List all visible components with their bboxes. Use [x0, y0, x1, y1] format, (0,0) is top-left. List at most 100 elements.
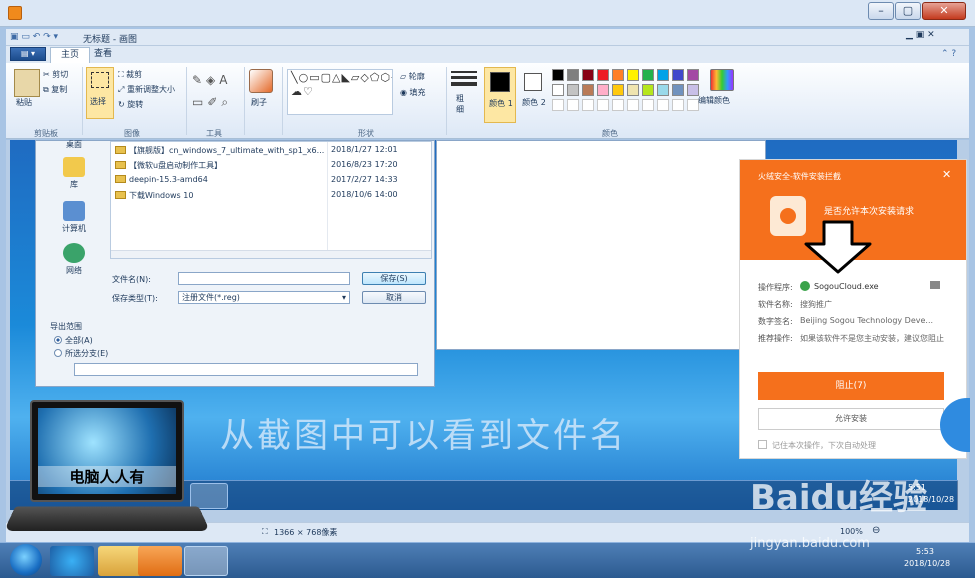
filename-input[interactable]: [178, 272, 350, 285]
brushes-label[interactable]: 刷子: [251, 97, 267, 108]
start-button[interactable]: [10, 544, 42, 576]
empty-color-slot[interactable]: [657, 99, 669, 111]
list-item[interactable]: 下载Windows 10: [115, 190, 193, 205]
color-palette[interactable]: [552, 69, 702, 117]
size-icon[interactable]: [451, 71, 477, 91]
color-swatch[interactable]: [612, 69, 624, 81]
folder-icon: [115, 146, 126, 154]
file-menu-button[interactable]: ▤ ▾: [10, 47, 46, 61]
tools-icons-row2[interactable]: ▭✐⌕: [192, 95, 232, 110]
empty-color-slot[interactable]: [642, 99, 654, 111]
brush-icon[interactable]: [249, 69, 273, 93]
quick-access-toolbar[interactable]: ▣ ▭ ↶ ↷ ▾: [10, 32, 58, 42]
maximize-button[interactable]: ▢: [895, 2, 921, 20]
nav-library[interactable]: 库: [44, 157, 104, 190]
block-button[interactable]: 阻止(7): [758, 372, 944, 400]
fill-button[interactable]: ◉ 填充: [400, 87, 426, 98]
color-swatch[interactable]: [627, 84, 639, 96]
color-swatch[interactable]: [672, 69, 684, 81]
color-swatch[interactable]: [567, 69, 579, 81]
shapes-gallery[interactable]: ╲○▭▢△◣▱◇⬠⬡→⇐⇑⇓✦✧☆◯◔☁♡: [287, 69, 393, 115]
nav-desktop[interactable]: 桌面: [44, 139, 104, 150]
select-button[interactable]: 选择: [86, 67, 114, 119]
color-swatch[interactable]: [627, 69, 639, 81]
color-swatch[interactable]: [597, 69, 609, 81]
list-item[interactable]: 【微软u盘启动制作工具】: [115, 160, 222, 175]
color-swatch[interactable]: [642, 84, 654, 96]
color-swatch[interactable]: [657, 69, 669, 81]
color-swatch[interactable]: [672, 84, 684, 96]
color-swatch[interactable]: [582, 69, 594, 81]
color-swatch[interactable]: [552, 69, 564, 81]
folder-icon[interactable]: [930, 281, 940, 289]
remember-checkbox[interactable]: [758, 440, 767, 449]
empty-color-slot[interactable]: [567, 99, 579, 111]
nav-network[interactable]: 网络: [44, 243, 104, 276]
color-swatch[interactable]: [642, 69, 654, 81]
zoom-out-icon[interactable]: ⊖: [872, 525, 880, 536]
help-icon[interactable]: ⌃ ?: [941, 49, 956, 59]
color-swatch[interactable]: [582, 84, 594, 96]
allow-install-button[interactable]: 允许安装: [758, 408, 944, 430]
paint-taskbar-icon[interactable]: [184, 546, 228, 576]
color1-button[interactable]: 颜色 1: [484, 67, 516, 123]
paste-label[interactable]: 粘贴: [16, 97, 32, 108]
cut-button[interactable]: ✂ 剪切: [43, 69, 68, 80]
color-swatch[interactable]: [552, 84, 564, 96]
select-icon: [91, 72, 109, 88]
size-label[interactable]: 粗细: [456, 93, 466, 115]
color-swatch[interactable]: [687, 69, 699, 81]
edit-colors-icon[interactable]: [710, 69, 734, 91]
outline-button[interactable]: ▱ 轮廓: [400, 71, 425, 82]
paste-icon[interactable]: [14, 69, 40, 97]
color-swatch[interactable]: [567, 84, 579, 96]
close-button[interactable]: ✕: [922, 2, 966, 20]
tab-view[interactable]: 查看: [84, 47, 122, 63]
group-label-clipboard: 剪贴板: [34, 129, 58, 138]
export-branch-radio[interactable]: 所选分支(E): [54, 348, 108, 359]
export-branch-label: 所选分支(E): [65, 349, 109, 358]
horizontal-scrollbar[interactable]: [111, 250, 431, 258]
cancel-button[interactable]: 取消: [362, 291, 426, 304]
rotate-button[interactable]: ↻ 旋转: [118, 99, 143, 110]
file-name: 下载Windows 10: [129, 191, 194, 200]
file-list[interactable]: 【旗舰版】cn_windows_7_ultimate_with_sp1_x6..…: [110, 141, 432, 259]
empty-color-slot[interactable]: [552, 99, 564, 111]
list-item[interactable]: 【旗舰版】cn_windows_7_ultimate_with_sp1_x6..…: [115, 145, 324, 160]
laptop-logo: 电脑人人有: [3, 398, 211, 536]
separator: [446, 67, 447, 135]
recommend-label: 推荐操作:: [758, 334, 793, 343]
export-all-radio[interactable]: 全部(A): [54, 335, 93, 346]
close-icon[interactable]: ✕: [942, 168, 951, 181]
color-swatch[interactable]: [612, 84, 624, 96]
edit-colors-label[interactable]: 编辑颜色: [698, 95, 730, 106]
branch-input[interactable]: [74, 363, 418, 376]
paint-window-controls[interactable]: ▁ ▣ ✕: [906, 30, 935, 40]
color-swatch[interactable]: [657, 84, 669, 96]
group-label-shapes: 形状: [358, 129, 374, 138]
nav-computer[interactable]: 计算机: [44, 201, 104, 234]
empty-color-slot[interactable]: [672, 99, 684, 111]
minimize-button[interactable]: –: [868, 2, 894, 20]
filetype-label: 保存类型(T):: [112, 294, 158, 303]
media-player-icon[interactable]: [138, 546, 182, 576]
color-swatch[interactable]: [597, 84, 609, 96]
save-button[interactable]: 保存(S): [362, 272, 426, 285]
image-size-icon: ⛶: [262, 527, 268, 536]
copy-button[interactable]: ⧉ 复制: [43, 84, 67, 95]
crop-button[interactable]: ⛶ 裁剪: [118, 69, 142, 80]
ie-icon[interactable]: [50, 546, 94, 576]
list-item[interactable]: deepin-15.3-amd64: [115, 175, 208, 190]
empty-color-slot[interactable]: [582, 99, 594, 111]
color2-button[interactable]: 颜色 2: [518, 67, 550, 123]
resize-button[interactable]: ⤢ 重新调整大小: [118, 84, 175, 95]
empty-color-slot[interactable]: [597, 99, 609, 111]
empty-color-slot[interactable]: [627, 99, 639, 111]
tools-icons-row1[interactable]: ✎◈A: [192, 73, 232, 87]
file-date: 2016/8/23 17:20: [331, 160, 398, 169]
filetype-select[interactable]: 注册文件(*.reg) ▾: [178, 291, 350, 304]
ribbon: 粘贴 ✂ 剪切 ⧉ 复制 剪贴板 选择 ⛶ 裁剪 ⤢ 重新调整大小 ↻ 旋转 图…: [6, 63, 969, 139]
empty-color-slot[interactable]: [612, 99, 624, 111]
explorer-icon[interactable]: [98, 546, 142, 576]
color1-label: 颜色 1: [489, 99, 513, 108]
